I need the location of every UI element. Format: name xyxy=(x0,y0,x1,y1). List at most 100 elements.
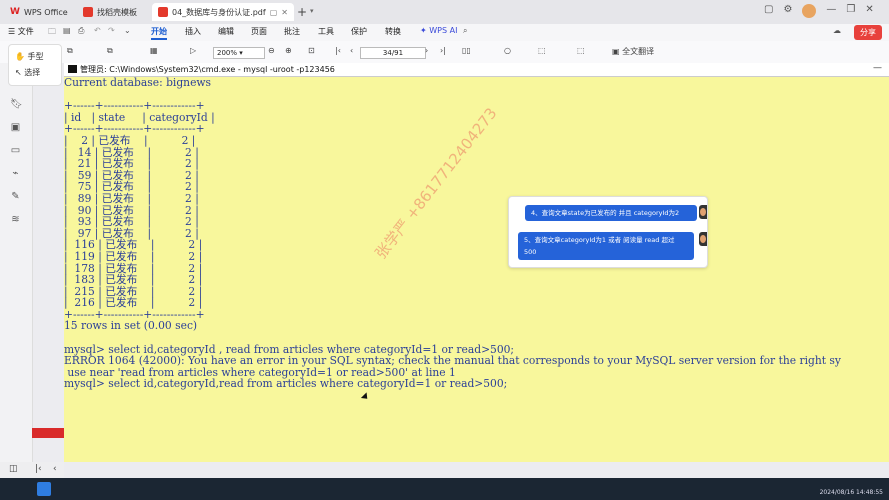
new-tab-icon[interactable]: + xyxy=(297,5,307,19)
page-number-input[interactable]: 34/91 xyxy=(360,47,426,59)
chat-bubble: 5、查询文章categoryId为1 或者 阅读量 read 超过 500 xyxy=(518,232,694,260)
cmd-title: 管理员: C:\Windows\System32\cmd.exe - mysql… xyxy=(80,65,335,74)
page-red-band xyxy=(32,428,64,438)
more-icon[interactable]: ⌄ xyxy=(124,26,131,35)
ocr-icon[interactable]: ⬚ xyxy=(577,46,585,55)
wps-ai-label: WPS AI xyxy=(429,26,458,35)
menu-annotate[interactable]: 批注 xyxy=(284,26,300,37)
cloud-icon[interactable]: ☁ xyxy=(833,26,841,35)
menu-protect[interactable]: 保护 xyxy=(351,26,367,37)
menu-file-label: 文件 xyxy=(17,27,34,36)
cursor-tool-panel: ✋ 手型 ↖ 选择 xyxy=(8,44,62,86)
tab-wps-office[interactable]: W WPS Office xyxy=(4,3,74,21)
windows-taskbar xyxy=(0,478,889,500)
hand-tool[interactable]: ✋ 手型 xyxy=(15,51,44,62)
avatar xyxy=(699,205,707,219)
first-page-icon[interactable]: |‹ xyxy=(335,46,341,55)
tab-label: WPS Office xyxy=(23,7,68,17)
tab-template[interactable]: 找稻壳模板 xyxy=(77,3,143,21)
avatar[interactable] xyxy=(802,4,817,18)
menu-tools[interactable]: 工具 xyxy=(318,26,334,37)
cmd-title-bar[interactable]: 管理员: C:\Windows\System32\cmd.exe - mysql… xyxy=(64,63,889,77)
print-icon[interactable]: ⎙ xyxy=(78,26,84,36)
first-page-icon[interactable]: |‹ xyxy=(35,464,42,474)
export-icon[interactable]: ▦ xyxy=(150,46,158,55)
windows-start-icon[interactable] xyxy=(37,482,51,496)
minimize-icon[interactable]: — xyxy=(873,63,882,73)
zoom-out-icon[interactable]: ⊖ xyxy=(268,46,275,55)
panel-toggle-icon[interactable]: ◫ xyxy=(9,464,18,474)
menu-page[interactable]: 页面 xyxy=(251,26,267,37)
hand-tool-label: 手型 xyxy=(27,52,44,61)
attachment-icon[interactable]: ⌁ xyxy=(10,168,21,179)
cmd-icon xyxy=(68,65,77,73)
save-icon[interactable]: ▤ xyxy=(63,26,71,35)
share-button[interactable]: 分享 xyxy=(854,25,882,40)
tab-screen-icon[interactable]: ▢ xyxy=(270,8,278,17)
translate-button[interactable]: ▣ 全文翻译 xyxy=(612,46,654,57)
translate-label: 全文翻译 xyxy=(622,47,655,56)
pdf-icon xyxy=(158,7,168,17)
maximize-icon[interactable]: ❐ xyxy=(846,4,855,18)
tab-label: 04_数据库与身份认证.pdf xyxy=(172,7,266,17)
thumbnail-icon[interactable]: ▣ xyxy=(10,122,21,133)
prev-page-icon[interactable]: ‹ xyxy=(350,46,353,55)
select-tool-label: 选择 xyxy=(24,68,41,77)
template-icon xyxy=(83,7,93,17)
fit-page-icon[interactable]: ⊡ xyxy=(308,46,315,55)
undo-icon[interactable]: ↶ xyxy=(94,26,101,35)
redo-icon[interactable]: ↷ xyxy=(108,26,115,35)
window-controls: ▢ ⚙ — ❐ ✕ xyxy=(764,4,874,18)
left-sidebar: 🔖︎ ▣ ▭ ⌁ ✎ ≋ xyxy=(0,63,33,500)
console-line: | 119 | 已发布 | 2 | xyxy=(64,249,203,263)
chat-bubble: 4、查询文章state为已发布的 并且 categoryId为2 xyxy=(525,205,697,221)
console-line: Current database: bignews xyxy=(64,77,212,89)
console-line: | 89 | 已发布 | 2 | xyxy=(64,191,199,205)
page-number: 34/91 xyxy=(382,49,404,57)
menu-home[interactable]: 开始 xyxy=(151,26,167,40)
console-line: | 93 | 已发布 | 2 | xyxy=(64,215,199,229)
menu-convert[interactable]: 转换 xyxy=(385,26,401,37)
zoom-value: 200% xyxy=(217,49,238,57)
bookmark-icon[interactable]: 🔖︎ xyxy=(10,99,23,110)
play-icon[interactable]: ▷ xyxy=(190,46,196,55)
search-icon[interactable]: ⌕ xyxy=(463,26,467,36)
console-output: Current database: bignews +------+------… xyxy=(64,77,841,390)
chat-popup: 4、查询文章state为已发布的 并且 categoryId为2 5、查询文章c… xyxy=(508,196,708,268)
crop-icon[interactable]: ⬚ xyxy=(538,46,546,55)
next-page-icon[interactable]: › xyxy=(425,46,428,55)
close-icon[interactable]: ✕ xyxy=(281,8,288,17)
find-icon[interactable]: ○ xyxy=(504,46,511,55)
settings-icon[interactable]: ⚙ xyxy=(783,4,792,18)
avatar xyxy=(699,232,707,246)
signature-icon[interactable]: ✎ xyxy=(10,191,21,202)
zoom-select[interactable]: 200% ▾ xyxy=(213,47,265,59)
wps-ai-button[interactable]: ✦ WPS AI xyxy=(420,26,457,35)
pdf-to-office-icon[interactable]: ⧉ xyxy=(67,46,73,56)
comment-icon[interactable]: ▭ xyxy=(10,145,21,156)
menu-edit[interactable]: 编辑 xyxy=(218,26,234,37)
zoom-in-icon[interactable]: ⊕ xyxy=(285,46,292,55)
prev-page-icon[interactable]: ‹ xyxy=(53,464,57,474)
pdf-to-image-icon[interactable]: ⧉ xyxy=(107,46,113,56)
last-page-icon[interactable]: ›| xyxy=(440,46,446,55)
menu-insert[interactable]: 插入 xyxy=(185,26,201,37)
minimize-icon[interactable]: — xyxy=(826,4,836,18)
bottom-status-bar: ◫ |‹ ‹ xyxy=(0,462,64,478)
chevron-down-icon[interactable]: ▾ xyxy=(310,7,314,15)
menu-bar: ☰ 文件 🗀 ▤ ⎙ ↶ ↷ ⌄ 开始 插入 编辑 页面 批注 工具 保护 转换… xyxy=(0,24,889,42)
menu-file[interactable]: ☰ 文件 xyxy=(8,26,34,37)
close-window-icon[interactable]: ✕ xyxy=(865,4,873,18)
wps-logo-icon: W xyxy=(10,7,20,17)
browser-tab-bar: W WPS Office 找稻壳模板 04_数据库与身份认证.pdf ▢ ✕ +… xyxy=(0,0,889,24)
tab-label: 找稻壳模板 xyxy=(97,7,137,17)
layers-icon[interactable]: ≋ xyxy=(10,214,21,225)
tab-pdf-document[interactable]: 04_数据库与身份认证.pdf ▢ ✕ xyxy=(152,3,294,21)
console-line: mysql> select id,categoryId,read from ar… xyxy=(64,377,508,391)
select-tool[interactable]: ↖ 选择 xyxy=(15,67,40,78)
layout-icon[interactable]: ▢ xyxy=(764,4,773,18)
book-view-icon[interactable]: ▯▯ xyxy=(462,46,471,55)
open-folder-icon[interactable]: 🗀 xyxy=(48,26,56,40)
console-line: | 183 | 已发布 | 2 | xyxy=(64,273,203,287)
